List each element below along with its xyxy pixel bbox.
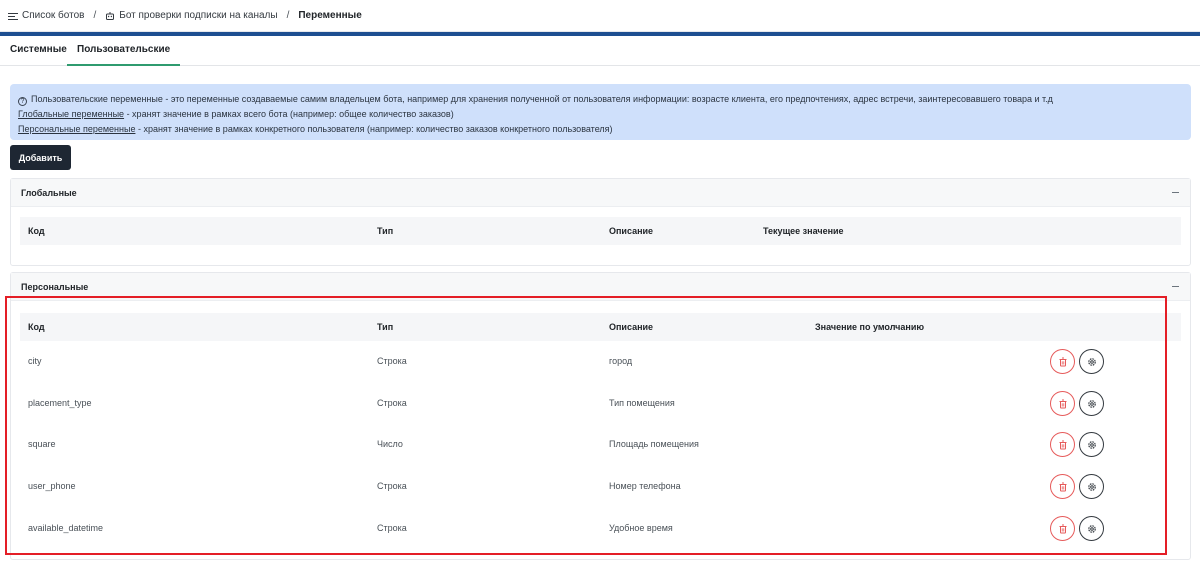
cell-type: Строка	[377, 356, 407, 366]
settings-button[interactable]	[1079, 349, 1104, 374]
table-row: user_phone Строка Номер телефона	[20, 466, 1181, 507]
personal-variables-panel: Персональные Код Тип Описание Значение п…	[10, 272, 1191, 560]
personal-variables-link[interactable]: Персональные переменные	[18, 124, 135, 134]
panel-title: Персональные	[21, 282, 89, 292]
question-circle-icon: ?	[18, 97, 27, 106]
info-line-2: Глобальные переменные - хранят значение …	[18, 107, 1183, 122]
cell-code: available_datetime	[28, 523, 104, 533]
cell-code: square	[28, 439, 56, 449]
collapse-icon[interactable]	[1172, 192, 1179, 194]
settings-button[interactable]	[1079, 391, 1104, 416]
gear-icon	[1088, 525, 1096, 533]
table-row: placement_type Строка Тип помещения	[20, 383, 1181, 424]
table-header: Код Тип Описание Значение по умолчанию	[20, 313, 1181, 341]
column-header: Текущее значение	[763, 226, 844, 236]
cell-description: Тип помещения	[609, 398, 675, 408]
column-header: Код	[28, 226, 45, 236]
cell-type: Число	[377, 439, 403, 449]
info-line-3: Персональные переменные - хранят значени…	[18, 122, 1183, 137]
cell-type: Строка	[377, 523, 407, 533]
breadcrumb-separator: /	[286, 10, 290, 21]
delete-button[interactable]	[1050, 432, 1075, 457]
breadcrumb-current: Переменные	[298, 10, 362, 21]
panel-title: Глобальные	[21, 188, 77, 198]
info-alert: ? Пользовательские переменные - это перем…	[10, 84, 1191, 140]
gear-icon	[1088, 441, 1096, 449]
collapse-icon[interactable]	[1172, 286, 1179, 288]
column-header: Тип	[377, 322, 394, 332]
cell-code: user_phone	[28, 481, 76, 491]
add-button[interactable]: Добавить	[10, 145, 71, 170]
column-header: Описание	[609, 322, 654, 332]
delete-button[interactable]	[1050, 391, 1075, 416]
gear-icon	[1088, 400, 1096, 408]
tab-system[interactable]: Системные	[10, 36, 67, 66]
global-panel-header[interactable]: Глобальные	[11, 179, 1190, 207]
cell-description: Удобное время	[609, 523, 673, 533]
info-text: - хранят значение в рамках всего бота (н…	[124, 109, 454, 119]
tab-custom[interactable]: Пользовательские	[67, 36, 181, 66]
column-header: Тип	[377, 226, 394, 236]
cell-type: Строка	[377, 398, 407, 408]
breadcrumb-label[interactable]: Список ботов	[22, 10, 84, 21]
trash-icon	[1059, 399, 1067, 409]
cell-code: city	[28, 356, 42, 366]
column-header: Описание	[609, 226, 654, 236]
bot-icon	[105, 11, 115, 21]
breadcrumb-item-bot[interactable]: Бот проверки подписки на каналы	[105, 10, 278, 21]
cell-description: Номер телефона	[609, 481, 681, 491]
cell-code: placement_type	[28, 398, 92, 408]
table-row: square Число Площадь помещения	[20, 424, 1181, 465]
settings-button[interactable]	[1079, 516, 1104, 541]
cell-description: город	[609, 356, 633, 366]
delete-button[interactable]	[1050, 474, 1075, 499]
personal-panel-header[interactable]: Персональные	[11, 273, 1190, 301]
info-text: - хранят значение в рамках конкретного п…	[135, 124, 613, 134]
global-variables-panel: Глобальные Код Тип Описание Текущее знач…	[10, 178, 1191, 266]
menu-icon	[8, 11, 18, 21]
column-header: Код	[28, 322, 45, 332]
table-row: city Строка город	[20, 341, 1181, 382]
breadcrumb-item-bots[interactable]: Список ботов	[8, 10, 84, 21]
breadcrumb-label[interactable]: Бот проверки подписки на каналы	[119, 10, 277, 21]
breadcrumb-separator: /	[93, 10, 97, 21]
info-line-1: ? Пользовательские переменные - это перем…	[18, 92, 1183, 107]
info-text: Пользовательские переменные - это переме…	[31, 94, 1053, 104]
gear-icon	[1088, 358, 1096, 366]
column-header: Значение по умолчанию	[815, 322, 925, 332]
trash-icon	[1059, 482, 1067, 492]
tab-bar: Системные Пользовательские	[0, 36, 1200, 66]
trash-icon	[1059, 440, 1067, 450]
cell-type: Строка	[377, 481, 407, 491]
gear-icon	[1088, 483, 1096, 491]
settings-button[interactable]	[1079, 432, 1104, 457]
table-row: available_datetime Строка Удобное время	[20, 508, 1181, 549]
trash-icon	[1059, 357, 1067, 367]
settings-button[interactable]	[1079, 474, 1104, 499]
top-bar: Список ботов / Бот проверки подписки на …	[0, 0, 1200, 36]
breadcrumb: Список ботов / Бот проверки подписки на …	[0, 0, 1200, 32]
delete-button[interactable]	[1050, 516, 1075, 541]
table-header: Код Тип Описание Текущее значение	[20, 217, 1181, 245]
cell-description: Площадь помещения	[609, 439, 699, 449]
delete-button[interactable]	[1050, 349, 1075, 374]
trash-icon	[1059, 524, 1067, 534]
global-variables-link[interactable]: Глобальные переменные	[18, 109, 124, 119]
